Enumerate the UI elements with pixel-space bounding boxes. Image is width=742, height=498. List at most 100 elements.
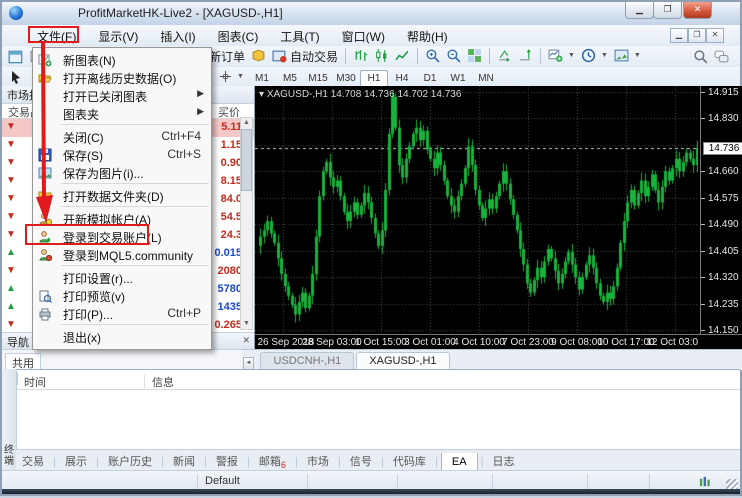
chart-tab-usdcnhh1[interactable]: USDCNH-,H1 (260, 352, 354, 369)
down-arrow-icon: ▼ (6, 157, 16, 168)
menubar-item-2[interactable]: 插入(I) (149, 25, 206, 46)
terminal-tab-交易[interactable]: 交易 (16, 450, 50, 469)
crosshair-tools-button[interactable]: ▼ (216, 69, 247, 84)
timeframe-m1[interactable]: M1 (248, 70, 276, 87)
navigator-close-icon[interactable]: ✕ (242, 335, 250, 346)
menubar-item-4[interactable]: 工具(T) (269, 25, 330, 46)
chart-tab-xagusdh1[interactable]: XAGUSD-,H1 (356, 352, 449, 369)
down-arrow-icon: ▼ (6, 211, 16, 222)
account-mql5-icon (38, 247, 52, 261)
price-value: 54.5 (221, 211, 242, 223)
menubar-item-6[interactable]: 帮助(H) (396, 25, 459, 46)
terminal-tab-展示[interactable]: 展示 (59, 450, 93, 469)
price-column-header[interactable]: 买价 (218, 104, 240, 120)
candlestick-chart[interactable] (255, 86, 698, 334)
periods-combo-button[interactable]: ▼ (578, 47, 611, 64)
time-tick-label: 7 Oct 23:00 (502, 337, 554, 348)
terminal-tab-EA[interactable]: EA (441, 453, 478, 471)
terminal-tab-信号[interactable]: 信号 (344, 450, 378, 469)
menu-item-label: 打开已关闭图表 (63, 88, 147, 105)
timeframe-w1[interactable]: W1 (444, 70, 472, 87)
line-chart-icon (395, 48, 410, 63)
timeframe-h4[interactable]: H4 (388, 70, 416, 87)
terminal-tab-警报[interactable]: 警报 (210, 450, 244, 469)
scroll-down-icon[interactable]: ▼ (241, 319, 252, 329)
menu-item-save[interactable]: 保存(S)Ctrl+S (33, 145, 211, 163)
account-login-icon (38, 229, 52, 243)
toolbar-separator (345, 48, 346, 64)
menubar-item-0[interactable]: 文件(F) (26, 25, 87, 46)
menu-item-new-chart[interactable]: 新图表(N) (33, 50, 211, 68)
timeframe-m15[interactable]: M15 (304, 70, 332, 87)
price-value: 24.3 (221, 229, 242, 241)
chat-button[interactable] (711, 48, 732, 65)
indicators-combo-button[interactable]: ▼ (545, 47, 578, 64)
zoom-out-button[interactable] (443, 47, 464, 64)
menubar-item-3[interactable]: 图表(C) (207, 25, 270, 46)
terminal-side-tab[interactable]: 终端 (3, 445, 15, 467)
timeframe-m30[interactable]: M30 (332, 70, 360, 87)
timeframe-mn[interactable]: MN (472, 70, 500, 87)
menu-item-profiles[interactable]: 图表夹▶ (33, 104, 211, 122)
timeframe-d1[interactable]: D1 (416, 70, 444, 87)
terminal-tab-新闻[interactable]: 新闻 (167, 450, 201, 469)
scroll-up-icon[interactable]: ▲ (241, 118, 252, 128)
timeframe-m5[interactable]: M5 (276, 70, 304, 87)
cursor-tool-button[interactable] (6, 69, 26, 85)
menu-item-exit[interactable]: 退出(x) (33, 327, 211, 345)
tab-separator: | (335, 456, 344, 468)
menu-item-open-deleted[interactable]: 打开已关闭图表▶ (33, 86, 211, 104)
line-chart-button[interactable] (392, 47, 413, 64)
bar-chart-button[interactable] (350, 47, 371, 64)
menu-item-print[interactable]: 打印(P)...Ctrl+P (33, 304, 211, 322)
zoom-in-button[interactable] (422, 47, 443, 64)
candlestick-button[interactable] (371, 47, 392, 64)
menubar-item-5[interactable]: 窗口(W) (331, 25, 396, 46)
maximize-button[interactable]: ❐ (653, 2, 682, 19)
terminal-tab-市场[interactable]: 市场 (301, 450, 335, 469)
templates-combo-button[interactable]: ▼ (611, 47, 644, 64)
menu-item-print-preview[interactable]: 打印预览(v) (33, 286, 211, 304)
terminal-tab-邮箱[interactable]: 邮箱6 (253, 450, 292, 470)
menu-item-open-offline[interactable]: 打开离线历史数据(O) (33, 68, 211, 86)
mail-badge: 6 (281, 460, 286, 470)
window-title: ProfitMarketHK-Live2 - [XAGUSD-,H1] (78, 6, 283, 20)
terminal-tab-代码库[interactable]: 代码库 (387, 450, 432, 469)
menu-item-save-picture[interactable]: 保存为图片(i)... (33, 163, 211, 181)
window-button[interactable] (5, 48, 27, 66)
title-bar: ProfitMarketHK-Live2 - [XAGUSD-,H1] ▁ ❐ … (2, 2, 740, 26)
message-column-header[interactable]: 信息 (152, 374, 174, 390)
zoom-out-icon (446, 48, 461, 63)
time-column-header[interactable]: 时间 (24, 374, 46, 390)
mdi-minimize-button[interactable]: ▁ (670, 28, 688, 43)
terminal-tab-日志[interactable]: 日志 (487, 450, 521, 469)
mql5-market-button[interactable] (248, 47, 269, 64)
terminal-tab-账户历史[interactable]: 账户历史 (102, 450, 158, 469)
chart-shift-button[interactable] (515, 47, 536, 64)
timeframe-h1[interactable]: H1 (360, 70, 388, 87)
auto-trading-button[interactable]: 自动交易 (269, 47, 341, 66)
down-arrow-icon: ▼ (6, 319, 16, 330)
market-watch-scrollbar[interactable]: ▲ ▼ (240, 117, 253, 330)
down-arrow-icon: ▼ (6, 193, 16, 204)
close-button[interactable]: ✕ (683, 2, 712, 19)
scrollbar-thumb[interactable] (241, 129, 252, 191)
folder-icon (38, 188, 52, 202)
menu-item-open-data-folder[interactable]: 打开数据文件夹(D) (33, 186, 211, 204)
menu-item-login-mql5[interactable]: 登录到MQL5.community (33, 245, 211, 263)
chart-window[interactable]: ▾ XAGUSD-,H1 14.708 14.736 14.702 14.736… (254, 86, 742, 349)
auto-scroll-button[interactable] (494, 47, 515, 64)
search-button[interactable] (690, 48, 711, 65)
menu-item-login-trade-account[interactable]: 登录到交易账户(L) (33, 227, 211, 245)
menu-item-print-setup[interactable]: 打印设置(r)... (33, 268, 211, 286)
price-tick-label: 14.235 (708, 299, 739, 310)
terminal-side-rail: 终端 (2, 369, 17, 470)
menubar-item-1[interactable]: 显示(V) (87, 25, 149, 46)
menu-item-close[interactable]: 关闭(C)Ctrl+F4 (33, 127, 211, 145)
minimize-button[interactable]: ▁ (625, 2, 654, 19)
tile-windows-button[interactable] (464, 47, 485, 64)
mdi-close-button[interactable]: ✕ (706, 28, 724, 43)
menu-item-label: 退出(x) (63, 329, 101, 346)
mdi-restore-button[interactable]: ❐ (688, 28, 706, 43)
menu-item-open-demo-account[interactable]: 开新模拟帐户(A) (33, 209, 211, 227)
